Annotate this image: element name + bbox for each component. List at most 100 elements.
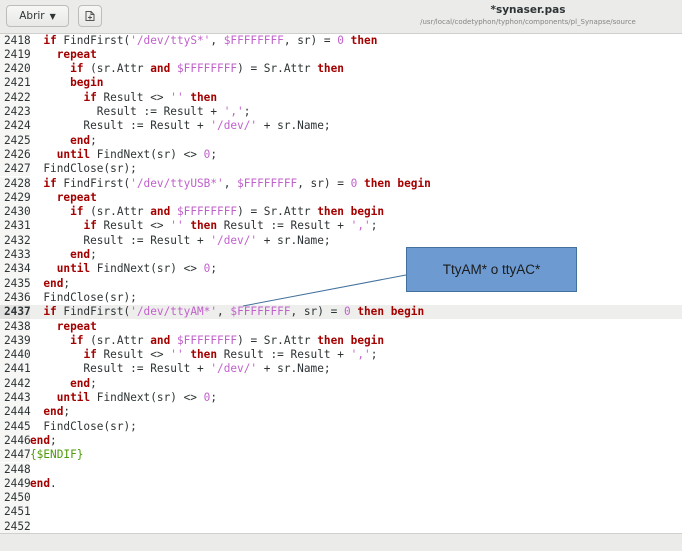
- code-token: '': [170, 90, 184, 104]
- code-line[interactable]: 2423 Result := Result + ',';: [0, 105, 682, 120]
- code-line[interactable]: 2427 FindClose(sr);: [0, 162, 682, 177]
- code-token: if: [70, 333, 84, 347]
- code-line[interactable]: 2433 end;: [0, 248, 682, 263]
- code-line[interactable]: 2442 end;: [0, 376, 682, 391]
- code-token: FindNext(sr) <>: [90, 391, 204, 404]
- code-token: end: [43, 276, 64, 290]
- code-line[interactable]: 2431 if Result <> '' then Result := Resu…: [0, 219, 682, 234]
- code-token: ',': [223, 105, 244, 118]
- code-text: repeat: [30, 320, 97, 333]
- code-line[interactable]: 2437 if FindFirst('/dev/ttyAM*', $FFFFFF…: [0, 305, 682, 320]
- code-text: Result := Result + ',';: [30, 105, 251, 118]
- code-token: {$ENDIF}: [30, 448, 84, 462]
- code-token: FindFirst(: [56, 305, 131, 319]
- code-line[interactable]: 2421 begin: [0, 76, 682, 91]
- code-line[interactable]: 2426 until FindNext(sr) <> 0;: [0, 147, 682, 163]
- code-token: and: [150, 62, 171, 76]
- code-line[interactable]: 2452: [0, 519, 682, 533]
- line-number: 2444: [0, 405, 31, 420]
- code-token: + sr.Name;: [257, 233, 331, 247]
- code-line[interactable]: 2450: [0, 491, 682, 506]
- code-line[interactable]: 2444 end;: [0, 405, 682, 420]
- code-token: ;: [210, 262, 218, 276]
- status-bar: [0, 533, 682, 551]
- code-text: until FindNext(sr) <> 0;: [30, 148, 217, 161]
- code-token: if: [43, 34, 57, 47]
- code-text: FindClose(sr);: [30, 291, 137, 304]
- code-text: FindClose(sr);: [30, 420, 137, 433]
- code-text: end;: [30, 405, 70, 418]
- line-number: 2425: [0, 133, 31, 148]
- line-number: 2451: [0, 505, 31, 520]
- code-token: ,: [217, 305, 231, 319]
- code-line[interactable]: 2451: [0, 505, 682, 520]
- code-token: ;: [63, 405, 71, 419]
- line-number: 2427: [0, 162, 31, 177]
- code-line[interactable]: 2432 Result := Result + '/dev/' + sr.Nam…: [0, 233, 682, 248]
- code-line[interactable]: 2420 if (sr.Attr and $FFFFFFFF) = Sr.Att…: [0, 62, 682, 77]
- open-button[interactable]: Abrir ▼: [6, 5, 69, 27]
- code-token: end: [30, 476, 51, 490]
- code-token: , sr) =: [297, 176, 351, 190]
- code-token: ;: [370, 219, 378, 233]
- code-text: end;: [30, 134, 97, 147]
- code-line[interactable]: 2422 if Result <> '' then: [0, 90, 682, 105]
- code-token: FindClose(sr);: [30, 419, 137, 433]
- code-line[interactable]: 2440 if Result <> '' then Result := Resu…: [0, 348, 682, 363]
- code-line[interactable]: 2447{$ENDIF}: [0, 448, 682, 463]
- code-token: , sr) =: [283, 34, 338, 47]
- code-text: if FindFirst('/dev/ttyS*', $FFFFFFFF, sr…: [30, 34, 377, 47]
- code-line[interactable]: 2419 repeat: [0, 47, 682, 63]
- code-line[interactable]: 2449end.: [0, 476, 682, 492]
- code-line[interactable]: 2435 end;: [0, 276, 682, 291]
- code-token: ;: [50, 433, 57, 447]
- code-line[interactable]: 2448: [0, 462, 682, 477]
- line-number: 2426: [0, 147, 31, 163]
- line-number: 2449: [0, 476, 31, 492]
- code-token: Result <>: [96, 90, 171, 104]
- code-line[interactable]: 2446end;: [0, 433, 682, 449]
- code-token: until: [56, 391, 91, 404]
- code-token: then: [190, 90, 218, 104]
- code-line[interactable]: 2424 Result := Result + '/dev/' + sr.Nam…: [0, 119, 682, 134]
- code-line[interactable]: 2443 until FindNext(sr) <> 0;: [0, 391, 682, 406]
- code-token: then begin: [364, 176, 431, 190]
- code-line[interactable]: 2434 until FindNext(sr) <> 0;: [0, 262, 682, 277]
- line-number: 2450: [0, 491, 31, 506]
- code-line[interactable]: 2425 end;: [0, 133, 682, 148]
- code-line[interactable]: 2430 if (sr.Attr and $FFFFFFFF) = Sr.Att…: [0, 205, 682, 220]
- code-token: ',': [350, 219, 371, 233]
- line-number: 2422: [0, 90, 31, 105]
- code-line[interactable]: 2429 repeat: [0, 190, 682, 206]
- new-document-button[interactable]: [78, 5, 102, 27]
- code-line[interactable]: 2438 repeat: [0, 319, 682, 334]
- code-token: , sr) =: [290, 305, 344, 319]
- code-line[interactable]: 2418 if FindFirst('/dev/ttyS*', $FFFFFFF…: [0, 34, 682, 48]
- code-editor[interactable]: 2418 if FindFirst('/dev/ttyS*', $FFFFFFF…: [0, 34, 682, 533]
- code-line[interactable]: 2436 FindClose(sr);: [0, 290, 682, 306]
- code-text: {$ENDIF}: [30, 448, 83, 461]
- code-token: until: [56, 262, 91, 276]
- code-text: until FindNext(sr) <> 0;: [30, 262, 217, 275]
- code-token: (sr.Attr: [83, 205, 151, 219]
- code-line[interactable]: 2441 Result := Result + '/dev/' + sr.Nam…: [0, 362, 682, 377]
- code-text: end;: [30, 377, 97, 390]
- code-token: if: [70, 62, 84, 76]
- code-line[interactable]: 2428 if FindFirst('/dev/ttyUSB*', $FFFFF…: [0, 176, 682, 191]
- line-number: 2419: [0, 47, 31, 63]
- line-number: 2447: [0, 448, 31, 463]
- code-line[interactable]: 2445 FindClose(sr);: [0, 419, 682, 434]
- code-text: if (sr.Attr and $FFFFFFFF) = Sr.Attr the…: [30, 205, 384, 218]
- code-token: and: [150, 333, 171, 347]
- annotation-text: TtyAM* o ttyAC*: [442, 262, 541, 277]
- code-line[interactable]: 2439 if (sr.Attr and $FFFFFFFF) = Sr.Att…: [0, 333, 682, 349]
